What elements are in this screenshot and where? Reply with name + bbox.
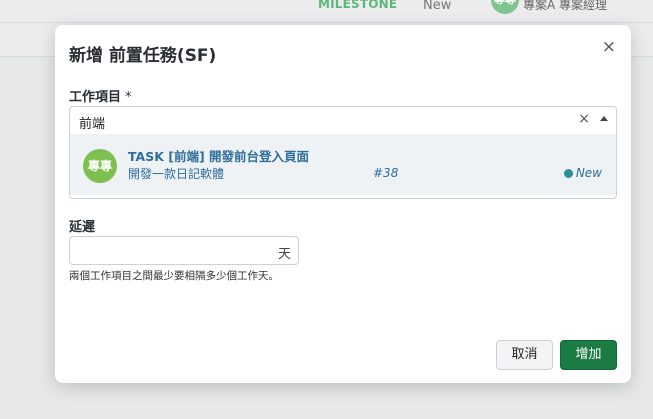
work-item-select[interactable]: 前端 ×: [69, 106, 617, 135]
modal-title: 新增 前置任務(SF): [69, 46, 217, 66]
option-title: TASK [前端] 開發前台登入頁面: [128, 149, 310, 164]
delay-unit-label: 天: [277, 247, 291, 262]
delay-field[interactable]: 天: [69, 236, 299, 265]
status-dot-icon: [563, 169, 573, 178]
work-item-search-input[interactable]: 前端: [79, 113, 105, 132]
clear-icon[interactable]: ×: [578, 111, 590, 127]
close-icon[interactable]: ×: [602, 39, 616, 56]
work-item-label-text: 工作項目: [69, 90, 122, 105]
add-predecessor-modal: 新增 前置任務(SF) × 工作項目 * 前端 × 專專 TASK [前端] 開發…: [55, 25, 631, 383]
avatar: 專專: [83, 149, 117, 183]
delay-label: 延遲: [69, 220, 96, 235]
background-user-name: 專案A 專案經理: [523, 0, 608, 12]
required-mark: *: [125, 90, 132, 105]
option-project: 開發一款日記軟體: [128, 167, 225, 181]
cancel-button[interactable]: 取消: [496, 340, 553, 370]
status-text: New: [575, 166, 602, 180]
work-item-label: 工作項目 *: [69, 86, 132, 105]
add-button[interactable]: 增加: [560, 340, 617, 370]
background-status-label: New: [423, 0, 452, 13]
background-milestone-label: MILESTONE: [318, 0, 398, 11]
status-badge: New: [563, 166, 602, 180]
work-item-option[interactable]: 專專 TASK [前端] 開發前台登入頁面 開發一款日記軟體 #38 New: [70, 134, 616, 195]
background-divider: [0, 22, 653, 23]
caret-up-icon[interactable]: [600, 116, 608, 121]
option-number: #38: [373, 166, 399, 180]
work-item-dropdown: 專專 TASK [前端] 開發前台登入頁面 開發一款日記軟體 #38 New: [69, 134, 617, 199]
delay-hint: 兩個工作項目之間最少要相隔多少個工作天。: [69, 270, 279, 282]
